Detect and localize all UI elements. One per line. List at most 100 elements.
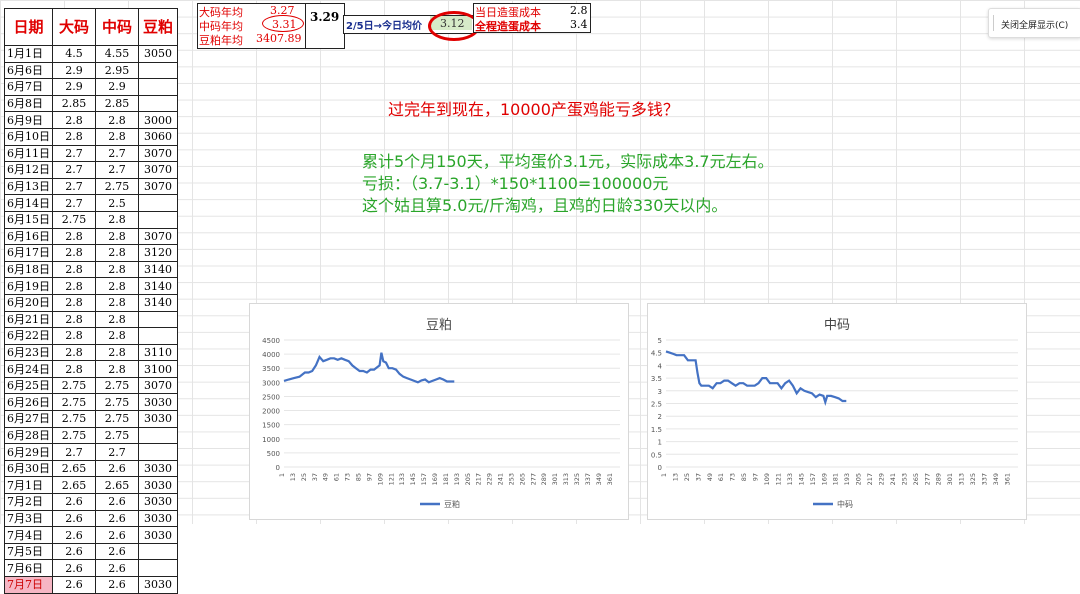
large-price-cell[interactable]: 2.6 bbox=[52, 526, 96, 544]
mid-price-cell[interactable]: 2.6 bbox=[95, 559, 139, 577]
large-price-cell[interactable]: 2.9 bbox=[52, 61, 96, 80]
mid-price-cell[interactable]: 4.55 bbox=[95, 45, 139, 63]
cost-today-value[interactable]: 2.8 bbox=[570, 4, 588, 17]
date-cell[interactable]: 6月16日 bbox=[4, 227, 53, 246]
large-price-cell[interactable]: 2.7 bbox=[52, 144, 96, 163]
date-cell[interactable]: 6月20日 bbox=[4, 293, 53, 312]
date-cell[interactable]: 6月7日 bbox=[4, 78, 53, 96]
date-cell[interactable]: 6月9日 bbox=[4, 111, 53, 129]
soy-price-cell[interactable]: 3140 bbox=[138, 293, 178, 312]
table-row[interactable]: 7月5日 2.6 2.6 bbox=[4, 542, 178, 561]
soy-price-cell[interactable]: 3030 bbox=[138, 410, 178, 428]
mid-price-cell[interactable]: 2.5 bbox=[95, 194, 139, 212]
table-row[interactable]: 6月12日 2.7 2.7 3070 bbox=[4, 161, 178, 179]
large-price-cell[interactable]: 2.75 bbox=[52, 376, 96, 395]
date-cell[interactable]: 6月30日 bbox=[4, 459, 53, 478]
table-row[interactable]: 6月21日 2.8 2.8 bbox=[4, 310, 178, 329]
mid-price-cell[interactable]: 2.6 bbox=[95, 542, 139, 561]
table-row[interactable]: 7月3日 2.6 2.6 3030 bbox=[4, 509, 178, 528]
table-row[interactable]: 7月4日 2.6 2.6 3030 bbox=[4, 526, 178, 544]
soy-price-cell[interactable]: 3120 bbox=[138, 244, 178, 262]
mid-price-cell[interactable]: 2.6 bbox=[95, 576, 139, 594]
large-price-cell[interactable]: 2.75 bbox=[52, 410, 96, 428]
table-row[interactable]: 7月1日 2.65 2.65 3030 bbox=[4, 476, 178, 495]
date-cell[interactable]: 6月13日 bbox=[4, 177, 53, 196]
soy-price-cell[interactable]: 3030 bbox=[138, 476, 178, 495]
large-price-cell[interactable]: 2.7 bbox=[52, 443, 96, 461]
mid-price-cell[interactable]: 2.85 bbox=[95, 94, 139, 113]
soy-price-cell[interactable] bbox=[138, 61, 178, 80]
mid-price-cell[interactable]: 2.8 bbox=[95, 127, 139, 146]
soy-price-cell[interactable]: 3140 bbox=[138, 260, 178, 279]
large-price-cell[interactable]: 2.7 bbox=[52, 177, 96, 196]
large-price-cell[interactable]: 2.9 bbox=[52, 78, 96, 96]
mid-price-cell[interactable]: 2.8 bbox=[95, 111, 139, 129]
table-row[interactable]: 6月6日 2.9 2.95 bbox=[4, 61, 178, 80]
large-price-cell[interactable]: 2.7 bbox=[52, 161, 96, 179]
table-row[interactable]: 6月26日 2.75 2.75 3030 bbox=[4, 393, 178, 412]
soy-price-cell[interactable]: 3030 bbox=[138, 493, 178, 511]
soy-price-cell[interactable]: 3070 bbox=[138, 227, 178, 246]
large-price-cell[interactable]: 2.75 bbox=[52, 393, 96, 412]
mid-price-cell[interactable]: 2.75 bbox=[95, 426, 139, 445]
date-cell[interactable]: 6月6日 bbox=[4, 61, 53, 80]
soy-price-cell[interactable] bbox=[138, 327, 178, 345]
mid-price-cell[interactable]: 2.6 bbox=[95, 509, 139, 528]
date-cell[interactable]: 6月25日 bbox=[4, 376, 53, 395]
large-price-cell[interactable]: 4.5 bbox=[52, 45, 96, 63]
cost-total-value[interactable]: 3.4 bbox=[570, 18, 588, 31]
large-price-cell[interactable]: 2.85 bbox=[52, 94, 96, 113]
table-row[interactable]: 7月6日 2.6 2.6 bbox=[4, 559, 178, 577]
soy-price-cell[interactable] bbox=[138, 542, 178, 561]
date-cell[interactable]: 6月23日 bbox=[4, 343, 53, 362]
mid-price-cell[interactable]: 2.6 bbox=[95, 493, 139, 511]
soy-price-cell[interactable]: 3030 bbox=[138, 576, 178, 594]
mid-price-cell[interactable]: 2.8 bbox=[95, 360, 139, 378]
large-price-cell[interactable]: 2.6 bbox=[52, 542, 96, 561]
mid-price-cell[interactable]: 2.8 bbox=[95, 293, 139, 312]
mid-price-cell[interactable]: 2.8 bbox=[95, 310, 139, 329]
date-cell[interactable]: 6月18日 bbox=[4, 260, 53, 279]
header-date[interactable]: 日期 bbox=[4, 8, 53, 46]
large-price-cell[interactable]: 2.8 bbox=[52, 343, 96, 362]
date-cell[interactable]: 7月7日 bbox=[4, 576, 53, 594]
mid-price-cell[interactable]: 2.8 bbox=[95, 327, 139, 345]
large-price-cell[interactable]: 2.8 bbox=[52, 244, 96, 262]
cost-total-label[interactable]: 全程造蛋成本 bbox=[475, 18, 541, 34]
table-row[interactable]: 6月9日 2.8 2.8 3000 bbox=[4, 111, 178, 129]
table-row[interactable]: 6月19日 2.8 2.8 3140 bbox=[4, 277, 178, 295]
large-price-cell[interactable]: 2.65 bbox=[52, 476, 96, 495]
large-price-cell[interactable]: 2.6 bbox=[52, 559, 96, 577]
large-price-cell[interactable]: 2.8 bbox=[52, 227, 96, 246]
soy-price-cell[interactable]: 3140 bbox=[138, 277, 178, 295]
mid-price-cell[interactable]: 2.7 bbox=[95, 443, 139, 461]
large-price-cell[interactable]: 2.8 bbox=[52, 277, 96, 295]
large-price-cell[interactable]: 2.7 bbox=[52, 194, 96, 212]
chart-mid[interactable]: 中码 0 0.5 1 1.5 2 2.5 3 3.5 4 4.5 5 1 13 25 37 49 61 73 85 9… bbox=[647, 303, 1027, 520]
soy-price-cell[interactable] bbox=[138, 443, 178, 461]
table-row[interactable]: 6月23日 2.8 2.8 3110 bbox=[4, 343, 178, 362]
table-row[interactable]: 6月15日 2.75 2.8 bbox=[4, 210, 178, 229]
date-cell[interactable]: 6月27日 bbox=[4, 410, 53, 428]
date-cell[interactable]: 6月17日 bbox=[4, 244, 53, 262]
mid-price-cell[interactable]: 2.7 bbox=[95, 144, 139, 163]
large-price-cell[interactable]: 2.75 bbox=[52, 210, 96, 229]
date-cell[interactable]: 1月1日 bbox=[4, 45, 53, 63]
date-cell[interactable]: 6月19日 bbox=[4, 277, 53, 295]
date-cell[interactable]: 7月5日 bbox=[4, 542, 53, 561]
date-cell[interactable]: 6月8日 bbox=[4, 94, 53, 113]
soy-price-cell[interactable] bbox=[138, 310, 178, 329]
soy-price-cell[interactable] bbox=[138, 94, 178, 113]
mid-price-cell[interactable]: 2.75 bbox=[95, 393, 139, 412]
mid-price-cell[interactable]: 2.8 bbox=[95, 244, 139, 262]
date-cell[interactable]: 6月12日 bbox=[4, 161, 53, 179]
large-price-cell[interactable]: 2.8 bbox=[52, 127, 96, 146]
soy-price-cell[interactable]: 3030 bbox=[138, 459, 178, 478]
table-row[interactable]: 6月25日 2.75 2.75 3070 bbox=[4, 376, 178, 395]
table-row[interactable]: 1月1日 4.5 4.55 3050 bbox=[4, 45, 178, 63]
date-cell[interactable]: 6月21日 bbox=[4, 310, 53, 329]
table-row[interactable]: 6月7日 2.9 2.9 bbox=[4, 78, 178, 96]
mid-price-cell[interactable]: 2.65 bbox=[95, 476, 139, 495]
soy-avg-value[interactable]: 3407.89 bbox=[256, 32, 302, 45]
table-row[interactable]: 6月20日 2.8 2.8 3140 bbox=[4, 293, 178, 312]
